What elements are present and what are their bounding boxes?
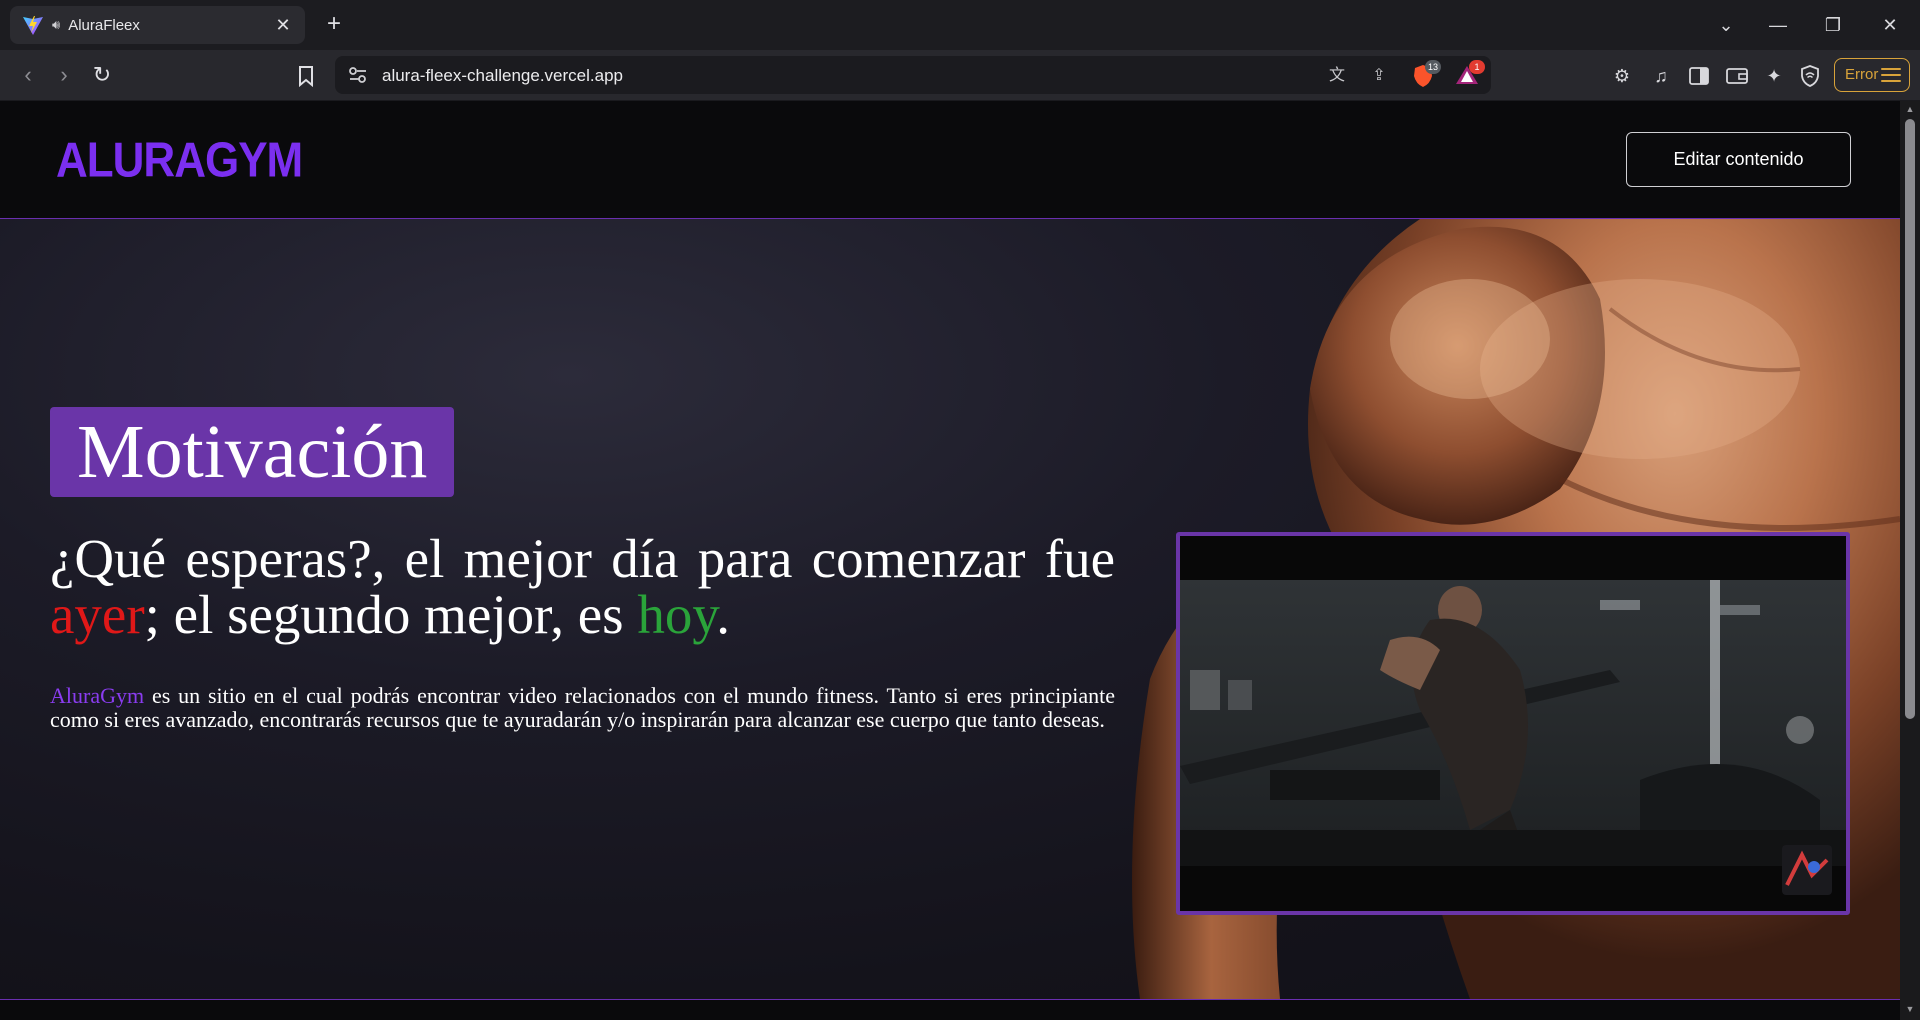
browser-toolbar: ‹ › ↻ alura-fleex-challenge.vercel.app 文… xyxy=(0,50,1920,101)
video-frame-image[interactable] xyxy=(1180,580,1846,866)
headline-yesterday: ayer xyxy=(50,584,145,645)
bookmark-icon[interactable] xyxy=(290,60,322,92)
channel-avatar-icon[interactable] xyxy=(1782,845,1832,895)
scroll-up-arrow-icon[interactable]: ▲ xyxy=(1904,104,1916,114)
rewards-count-badge: 1 xyxy=(1469,60,1485,74)
share-icon[interactable]: ⇪ xyxy=(1367,64,1391,88)
close-window-button[interactable]: ✕ xyxy=(1870,9,1910,41)
gym-workout-video-still xyxy=(1180,580,1846,866)
media-music-icon[interactable]: ♫ xyxy=(1648,63,1674,89)
vite-logo-icon xyxy=(22,14,44,36)
vpn-icon[interactable] xyxy=(1797,63,1823,89)
hero-description: AluraGym es un sitio en el cual podrás e… xyxy=(50,684,1115,732)
tab-title: AluraFleex xyxy=(68,16,140,34)
description-text: es un sitio en el cual podrás encontrar … xyxy=(50,683,1115,732)
hero-headline: ¿Qué esperas?, el mejor día para comenza… xyxy=(50,531,1115,643)
headline-today: hoy xyxy=(637,584,717,645)
minimize-button[interactable]: — xyxy=(1758,9,1798,41)
description-brand: AluraGym xyxy=(50,683,145,708)
sidebar-toggle-icon[interactable] xyxy=(1686,63,1712,89)
audio-playing-icon[interactable]: 🔊︎ xyxy=(52,17,60,33)
browser-tab-strip: 🔊︎ AluraFleex ✕ + ⌄ — ❐ ✕ xyxy=(0,0,1920,50)
scrollbar-thumb[interactable] xyxy=(1905,119,1915,719)
close-tab-icon[interactable]: ✕ xyxy=(273,15,293,36)
address-bar[interactable]: alura-fleex-challenge.vercel.app 文 ⇪ 13 … xyxy=(335,56,1491,94)
profile-error-button[interactable]: Error xyxy=(1834,58,1910,92)
featured-video-player[interactable] xyxy=(1176,532,1850,915)
edit-content-button[interactable]: Editar contenido xyxy=(1626,132,1851,187)
site-header: ALURAGYM Editar contenido xyxy=(0,101,1900,219)
tab-list-chevron-icon[interactable]: ⌄ xyxy=(1706,9,1746,41)
headline-period: . xyxy=(716,584,731,645)
page-viewport: ALURAGYM Editar contenido Motivación ¿Qu… xyxy=(0,101,1900,1020)
brave-rewards-icon[interactable]: 1 xyxy=(1455,60,1485,88)
page-scrollbar[interactable]: ▲ ▼ xyxy=(1900,101,1920,1020)
wallet-icon[interactable] xyxy=(1724,63,1750,89)
url-text[interactable]: alura-fleex-challenge.vercel.app xyxy=(382,66,623,86)
category-title: Motivación xyxy=(50,407,455,497)
site-logo[interactable]: ALURAGYM xyxy=(56,133,303,189)
back-button[interactable]: ‹ xyxy=(12,60,44,92)
page-footer-edge xyxy=(0,999,1900,1020)
menu-icon xyxy=(1881,68,1901,86)
new-tab-button[interactable]: + xyxy=(318,9,350,41)
headline-text: ¿Qué esperas?, el mejor día para comenza… xyxy=(50,528,1115,589)
translate-icon[interactable]: 文 xyxy=(1325,64,1349,88)
reload-button[interactable]: ↻ xyxy=(86,60,118,92)
hero-banner: Motivación ¿Qué esperas?, el mejor día p… xyxy=(0,219,1900,999)
leo-ai-icon[interactable]: ✦ xyxy=(1761,63,1787,89)
scroll-down-arrow-icon[interactable]: ▼ xyxy=(1904,1004,1916,1014)
site-settings-icon[interactable] xyxy=(347,64,369,86)
forward-button[interactable]: › xyxy=(48,60,80,92)
brave-shields-icon[interactable]: 13 xyxy=(1411,60,1441,88)
restore-button[interactable]: ❐ xyxy=(1813,9,1853,41)
error-label: Error xyxy=(1845,66,1879,83)
shields-count-badge: 13 xyxy=(1424,60,1441,74)
browser-tab[interactable]: 🔊︎ AluraFleex ✕ xyxy=(10,6,305,44)
extensions-icon[interactable]: ⚙ xyxy=(1609,63,1635,89)
headline-text-2: ; el segundo mejor, es xyxy=(144,584,638,645)
